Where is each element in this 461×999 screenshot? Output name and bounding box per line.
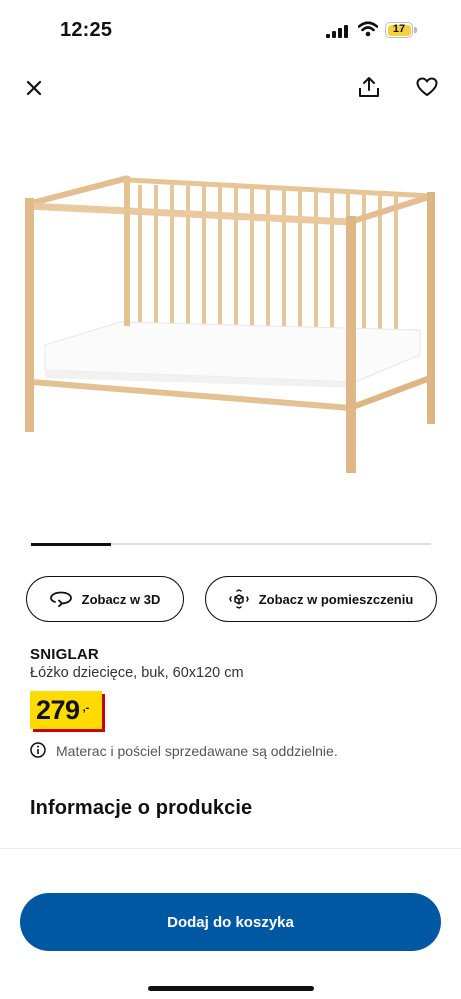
product-name: SNIGLAR [30,646,99,663]
product-image[interactable] [0,140,461,520]
divider [0,848,461,849]
product-information-heading[interactable]: Informacje o produkcie [30,797,252,820]
product-description: Łóżko dziecięce, buk, 60x120 cm [30,665,244,681]
share-button[interactable] [352,70,386,104]
rotate-icon [49,591,72,607]
wifi-icon [357,21,379,42]
heart-icon [416,77,438,96]
view-in-room-label: Zobacz w pomieszczeniu [258,591,414,607]
home-indicator [148,986,314,991]
price-tag: 279 ,- [30,691,102,729]
status-time: 12:25 [60,19,113,41]
add-to-cart-button[interactable]: Dodaj do koszyka [20,893,441,951]
price-value: 279 [36,694,80,725]
share-icon [359,77,379,97]
gallery-progress [31,542,431,546]
gallery-progress-fill [31,542,111,546]
battery-level: 17 [392,22,406,35]
cellular-signal-icon [326,24,350,38]
ar-cube-icon [228,589,249,609]
close-icon [26,80,42,96]
view-3d-label: Zobacz w 3D [81,591,161,607]
battery-icon: 17 [385,22,413,38]
info-icon [30,742,46,758]
favorite-button[interactable] [410,70,444,104]
close-button[interactable] [18,72,50,104]
view-in-room-button[interactable]: Zobacz w pomieszczeniu [205,576,437,622]
crib-illustration [25,175,435,473]
price-currency: ,- [82,702,90,714]
view-3d-button[interactable]: Zobacz w 3D [26,576,184,622]
separate-sale-notice: Materac i pościel sprzedawane są oddziel… [56,743,338,759]
battery-nub [414,27,417,33]
